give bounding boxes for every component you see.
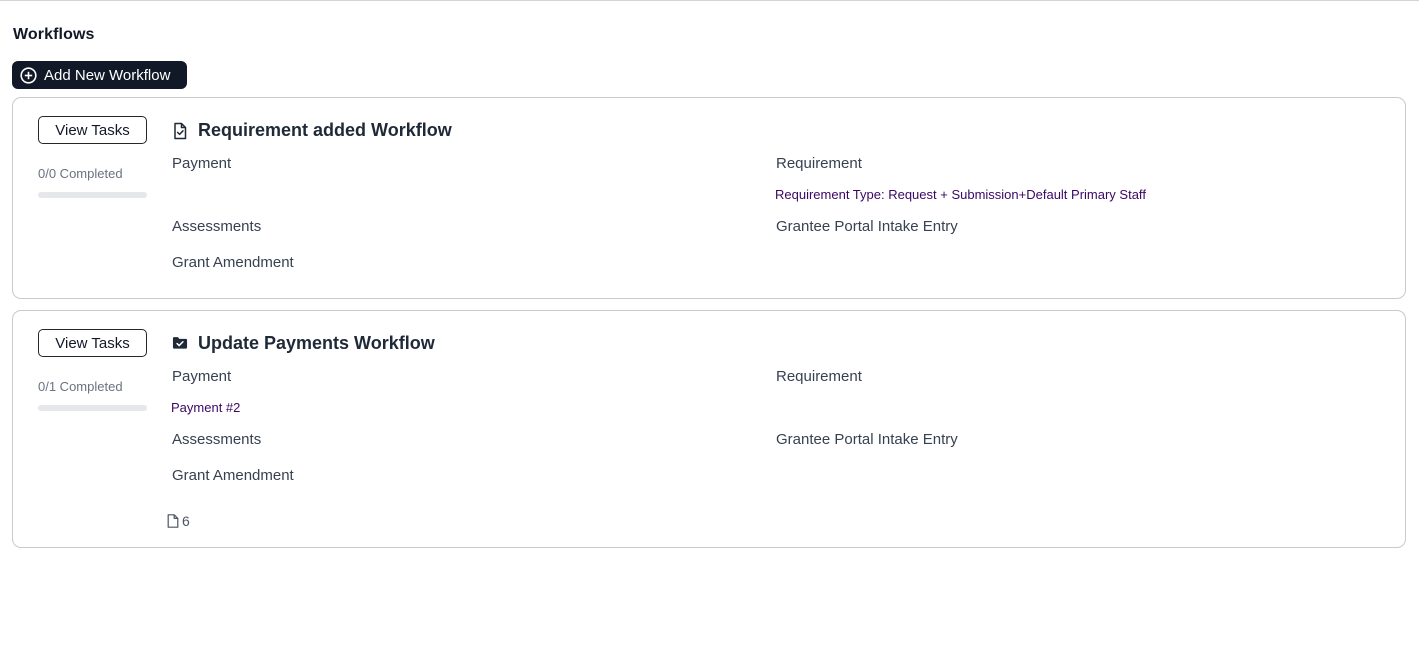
add-new-workflow-label: Add New Workflow xyxy=(44,66,171,84)
workflow-card: View Tasks 0/1 Completed Update Payments… xyxy=(12,310,1406,548)
document-check-icon xyxy=(172,122,188,140)
workflow-header: Update Payments Workflow xyxy=(172,333,435,354)
payment-label: Payment xyxy=(172,155,232,172)
workflow-title: Requirement added Workflow xyxy=(198,120,452,140)
grantee-portal-intake-label: Grantee Portal Intake Entry xyxy=(776,431,958,448)
payment-label: Payment xyxy=(172,368,232,385)
grant-amendment-label: Grant Amendment xyxy=(172,254,294,271)
view-tasks-button[interactable]: View Tasks xyxy=(38,329,147,357)
attachments-count-value: 6 xyxy=(182,513,190,529)
view-tasks-button[interactable]: View Tasks xyxy=(38,116,147,144)
assessments-label: Assessments xyxy=(172,431,262,448)
requirement-label: Requirement xyxy=(776,155,862,172)
attachments-count[interactable]: 6 xyxy=(167,513,190,529)
completed-count: 0/0 Completed xyxy=(38,166,123,181)
plus-circle-icon xyxy=(20,66,37,84)
workflow-card: View Tasks 0/0 Completed Requirement add… xyxy=(12,97,1406,299)
page-title: Workflows xyxy=(13,26,95,43)
payment-value[interactable]: Payment #2 xyxy=(171,400,240,415)
requirement-label: Requirement xyxy=(776,368,862,385)
workflow-header: Requirement added Workflow xyxy=(172,120,452,141)
progress-bar xyxy=(38,192,147,198)
assessments-label: Assessments xyxy=(172,218,262,235)
progress-bar xyxy=(38,405,147,411)
grantee-portal-intake-label: Grantee Portal Intake Entry xyxy=(776,218,958,235)
add-new-workflow-button[interactable]: Add New Workflow xyxy=(12,61,187,89)
document-icon xyxy=(167,514,179,528)
grant-amendment-label: Grant Amendment xyxy=(172,467,294,484)
requirement-value[interactable]: Requirement Type: Request + Submission+D… xyxy=(775,187,1146,202)
folder-check-icon xyxy=(172,335,188,353)
completed-count: 0/1 Completed xyxy=(38,379,123,394)
workflow-title: Update Payments Workflow xyxy=(198,333,435,353)
